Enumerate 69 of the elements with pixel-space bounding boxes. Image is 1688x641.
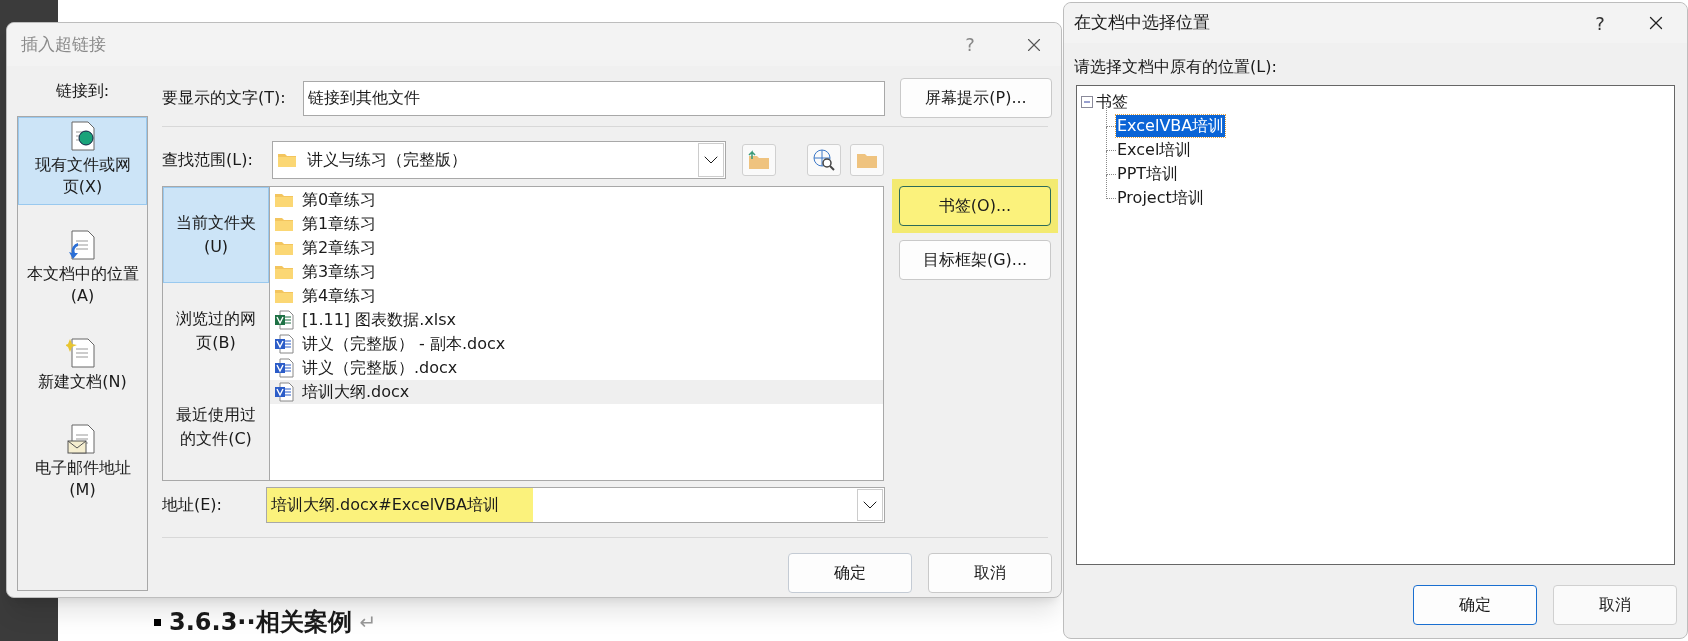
address-field[interactable]: 培训大纲.docx#ExcelVBA培训 <box>266 487 885 523</box>
file-name: 第4章练习 <box>302 285 377 307</box>
folder-icon <box>274 288 294 304</box>
browse-web-button[interactable] <box>807 144 841 176</box>
link-to-label: 链接到: <box>54 80 111 102</box>
help-button[interactable]: ? <box>1585 9 1615 37</box>
cancel-button[interactable]: 取消 <box>1553 585 1677 625</box>
folder-icon <box>274 264 294 280</box>
target-frame-button[interactable]: 目标框架(G)... <box>899 240 1051 280</box>
link-type-item[interactable]: 现有文件或网页(X) <box>18 117 147 205</box>
folder-up-icon <box>747 150 771 170</box>
file-item[interactable]: 第0章练习 <box>270 188 883 212</box>
file-item[interactable]: 培训大纲.docx <box>270 380 883 404</box>
tree-item[interactable]: 书签 <box>1096 90 1128 114</box>
cancel-button[interactable]: 取消 <box>928 553 1052 593</box>
document-icon <box>274 382 294 402</box>
file-item[interactable]: 第2章练习 <box>270 236 883 260</box>
window-title: 在文档中选择位置 <box>1074 11 1210 35</box>
link-type-item[interactable]: 新建文档(N) <box>18 335 147 399</box>
tree-line <box>1106 151 1116 175</box>
tree-item[interactable]: PPT培训 <box>1116 163 1180 185</box>
tree-item[interactable]: Project培训 <box>1116 187 1205 209</box>
browse-nav-item[interactable]: 浏览过的网页(B) <box>163 283 269 379</box>
globe-search-icon <box>812 148 836 172</box>
file-item[interactable]: 第1章练习 <box>270 212 883 236</box>
display-text-label: 要显示的文字(T): <box>162 87 287 109</box>
bookmark-prompt: 请选择文档中原有的位置(L): <box>1074 56 1278 78</box>
look-in-dropdown[interactable]: 讲义与练习（完整版） <box>272 141 726 179</box>
file-item[interactable]: [1.11] 图表数据.xlsx <box>270 308 883 332</box>
file-name: 讲义（完整版）.docx <box>302 357 458 379</box>
paragraph-mark: ↵ <box>359 609 377 636</box>
file-name: 第2章练习 <box>302 237 377 259</box>
file-item[interactable]: 讲义（完整版）.docx <box>270 356 883 380</box>
bookmark-button[interactable]: 书签(O)... <box>899 186 1051 226</box>
tree-line <box>1106 175 1116 199</box>
display-text-field[interactable]: 链接到其他文件 <box>303 80 885 116</box>
file-name: 培训大纲.docx <box>302 381 410 403</box>
browse-nav-item[interactable]: 当前文件夹(U) <box>163 187 269 283</box>
spreadsheet-icon <box>274 310 294 330</box>
tree-item[interactable]: Excel培训 <box>1116 139 1193 161</box>
folder-icon <box>274 216 294 232</box>
up-folder-button[interactable] <box>742 144 776 176</box>
document-icon <box>274 334 294 354</box>
file-item[interactable]: 第4章练习 <box>270 284 883 308</box>
ok-button[interactable]: 确定 <box>1413 585 1537 625</box>
file-name: 第3章练习 <box>302 261 377 283</box>
window-title: 插入超链接 <box>21 32 106 56</box>
ok-button[interactable]: 确定 <box>788 553 912 593</box>
folder-icon <box>274 240 294 256</box>
folder-icon <box>274 192 294 208</box>
browse-nav-item[interactable]: 最近使用过的文件(C) <box>163 379 269 475</box>
tree-line <box>1106 127 1116 151</box>
file-item[interactable]: 讲义（完整版） - 副本.docx <box>270 332 883 356</box>
section-heading: 3.6.3··相关案例 <box>169 607 352 637</box>
bullet-icon <box>154 618 161 626</box>
tree-item[interactable]: ExcelVBA培训 <box>1116 115 1226 137</box>
document-icon <box>274 358 294 378</box>
screen-tip-button[interactable]: 屏幕提示(P)... <box>900 78 1052 118</box>
file-name: [1.11] 图表数据.xlsx <box>302 309 456 331</box>
look-in-label: 查找范围(L): <box>162 149 254 171</box>
file-item[interactable]: 第3章练习 <box>270 260 883 284</box>
address-label: 地址(E): <box>162 494 223 516</box>
file-name: 第0章练习 <box>302 189 377 211</box>
link-type-item[interactable]: 电子邮件地址(M) <box>18 421 147 507</box>
file-name: 讲义（完整版） - 副本.docx <box>302 333 506 355</box>
link-type-item[interactable]: 本文档中的位置(A) <box>18 227 147 313</box>
folder-icon <box>277 152 297 168</box>
collapse-icon[interactable] <box>1081 96 1093 108</box>
file-name: 第1章练习 <box>302 213 377 235</box>
